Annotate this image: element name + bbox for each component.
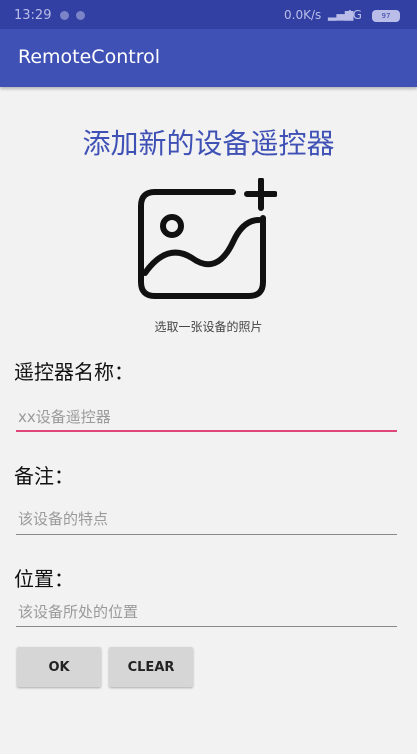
network-type: 4G [345, 8, 362, 22]
note-underline [16, 534, 397, 535]
app-bar: RemoteControl [0, 29, 417, 87]
name-label: 遥控器名称： [14, 360, 134, 384]
note-input[interactable] [16, 502, 401, 536]
photo-picker[interactable] [137, 177, 278, 302]
status-time: 13:29 [14, 8, 52, 23]
remote-name-underline [16, 430, 397, 432]
network-speed: 0.0K/s [284, 8, 322, 22]
location-input[interactable] [16, 595, 401, 629]
status-bar: 13:29 0.0K/s ▂▄▆ 4G 97 [0, 0, 417, 29]
add-photo-icon [138, 177, 278, 299]
app-title: RemoteControl [18, 46, 160, 68]
remote-name-input[interactable] [16, 400, 401, 434]
location-underline [16, 626, 397, 627]
note-label: 备注： [14, 464, 74, 488]
ok-button[interactable]: OK [17, 647, 101, 687]
clear-button[interactable]: CLEAR [109, 647, 193, 687]
notification-icon [60, 11, 69, 20]
photo-caption: 选取一张设备的照片 [154, 320, 263, 334]
notification-icon [76, 11, 85, 20]
location-label: 位置： [14, 567, 74, 591]
page-title: 添加新的设备遥控器 [82, 127, 335, 160]
battery-icon: 97 [372, 10, 400, 22]
